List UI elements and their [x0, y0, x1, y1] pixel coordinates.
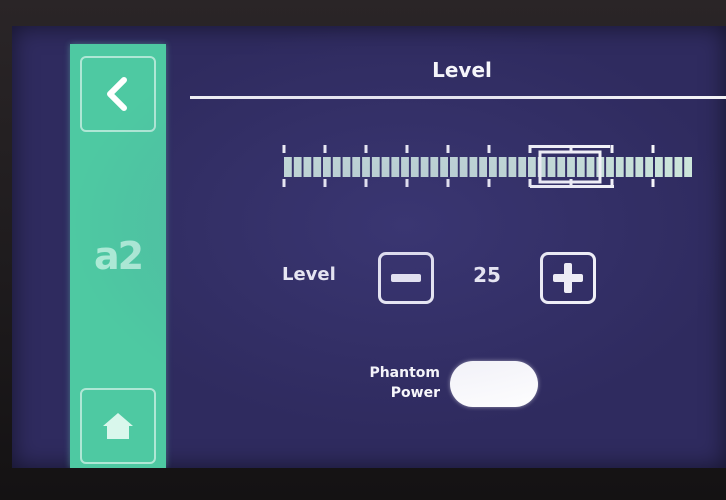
- meter-segment: [401, 157, 409, 177]
- meter-segment: [469, 157, 478, 177]
- device-bezel: a2 Level Level 25 Phantom Power: [0, 0, 726, 500]
- title-divider: [190, 96, 726, 99]
- meter-segment: [450, 157, 458, 177]
- meter-segment: [664, 157, 673, 177]
- minus-icon: [391, 274, 421, 282]
- meter-segment: [528, 157, 536, 177]
- meter-segment: [410, 157, 419, 177]
- meter-segment: [303, 157, 312, 177]
- phantom-power-label: Phantom Power: [322, 363, 440, 403]
- channel-label: a2: [93, 234, 144, 278]
- touch-screen: a2 Level Level 25 Phantom Power: [12, 26, 726, 468]
- meter-segment: [440, 157, 448, 177]
- sidebar: a2: [70, 44, 166, 468]
- home-icon: [103, 413, 133, 439]
- phantom-power-toggle[interactable]: [450, 361, 538, 407]
- meter-segment: [576, 157, 585, 177]
- meter-segment: [586, 157, 595, 177]
- meter-segment: [557, 157, 566, 177]
- meter-segment: [498, 157, 507, 177]
- page-title: Level: [432, 58, 492, 82]
- meter-segment: [323, 157, 331, 177]
- meter-segment: [371, 157, 380, 177]
- meter-segment: [381, 157, 390, 177]
- meter-indicator-top-line: [530, 145, 610, 148]
- meter-segment: [655, 157, 663, 177]
- level-meter: [282, 145, 692, 188]
- plus-icon: [553, 263, 583, 293]
- home-button[interactable]: [80, 388, 156, 464]
- meter-segment: [684, 157, 692, 177]
- meter-segment: [547, 157, 556, 177]
- level-label: Level: [282, 264, 336, 285]
- meter-segment: [615, 157, 624, 177]
- meter-segment: [479, 157, 487, 177]
- phantom-power-label-line1: Phantom: [369, 365, 440, 381]
- meter-segment: [518, 157, 527, 177]
- phantom-power-label-line2: Power: [390, 385, 440, 401]
- meter-segment: [489, 157, 497, 177]
- decrease-level-button[interactable]: [378, 252, 434, 304]
- level-value: 25: [473, 263, 501, 287]
- meter-segment: [362, 157, 370, 177]
- meter-segment: [625, 157, 634, 177]
- meter-segment: [459, 157, 468, 177]
- meter-segment: [420, 157, 429, 177]
- meter-segment: [284, 157, 292, 177]
- meter-segment: [352, 157, 361, 177]
- meter-segment: [430, 157, 439, 177]
- meter-segment: [606, 157, 614, 177]
- meter-segment: [645, 157, 653, 177]
- meter-segment: [313, 157, 322, 177]
- meter-indicator-bottom-line: [530, 185, 614, 188]
- chevron-left-icon: [107, 77, 127, 111]
- meter-segment: [508, 157, 517, 177]
- meter-segment: [293, 157, 302, 177]
- meter-segment: [635, 157, 644, 177]
- meter-segment: [332, 157, 341, 177]
- meter-segment: [567, 157, 575, 177]
- meter-segment: [391, 157, 400, 177]
- back-button[interactable]: [80, 56, 156, 132]
- meter-segments: [284, 157, 692, 177]
- increase-level-button[interactable]: [540, 252, 596, 304]
- meter-segment: [674, 157, 683, 177]
- meter-segment: [342, 157, 351, 177]
